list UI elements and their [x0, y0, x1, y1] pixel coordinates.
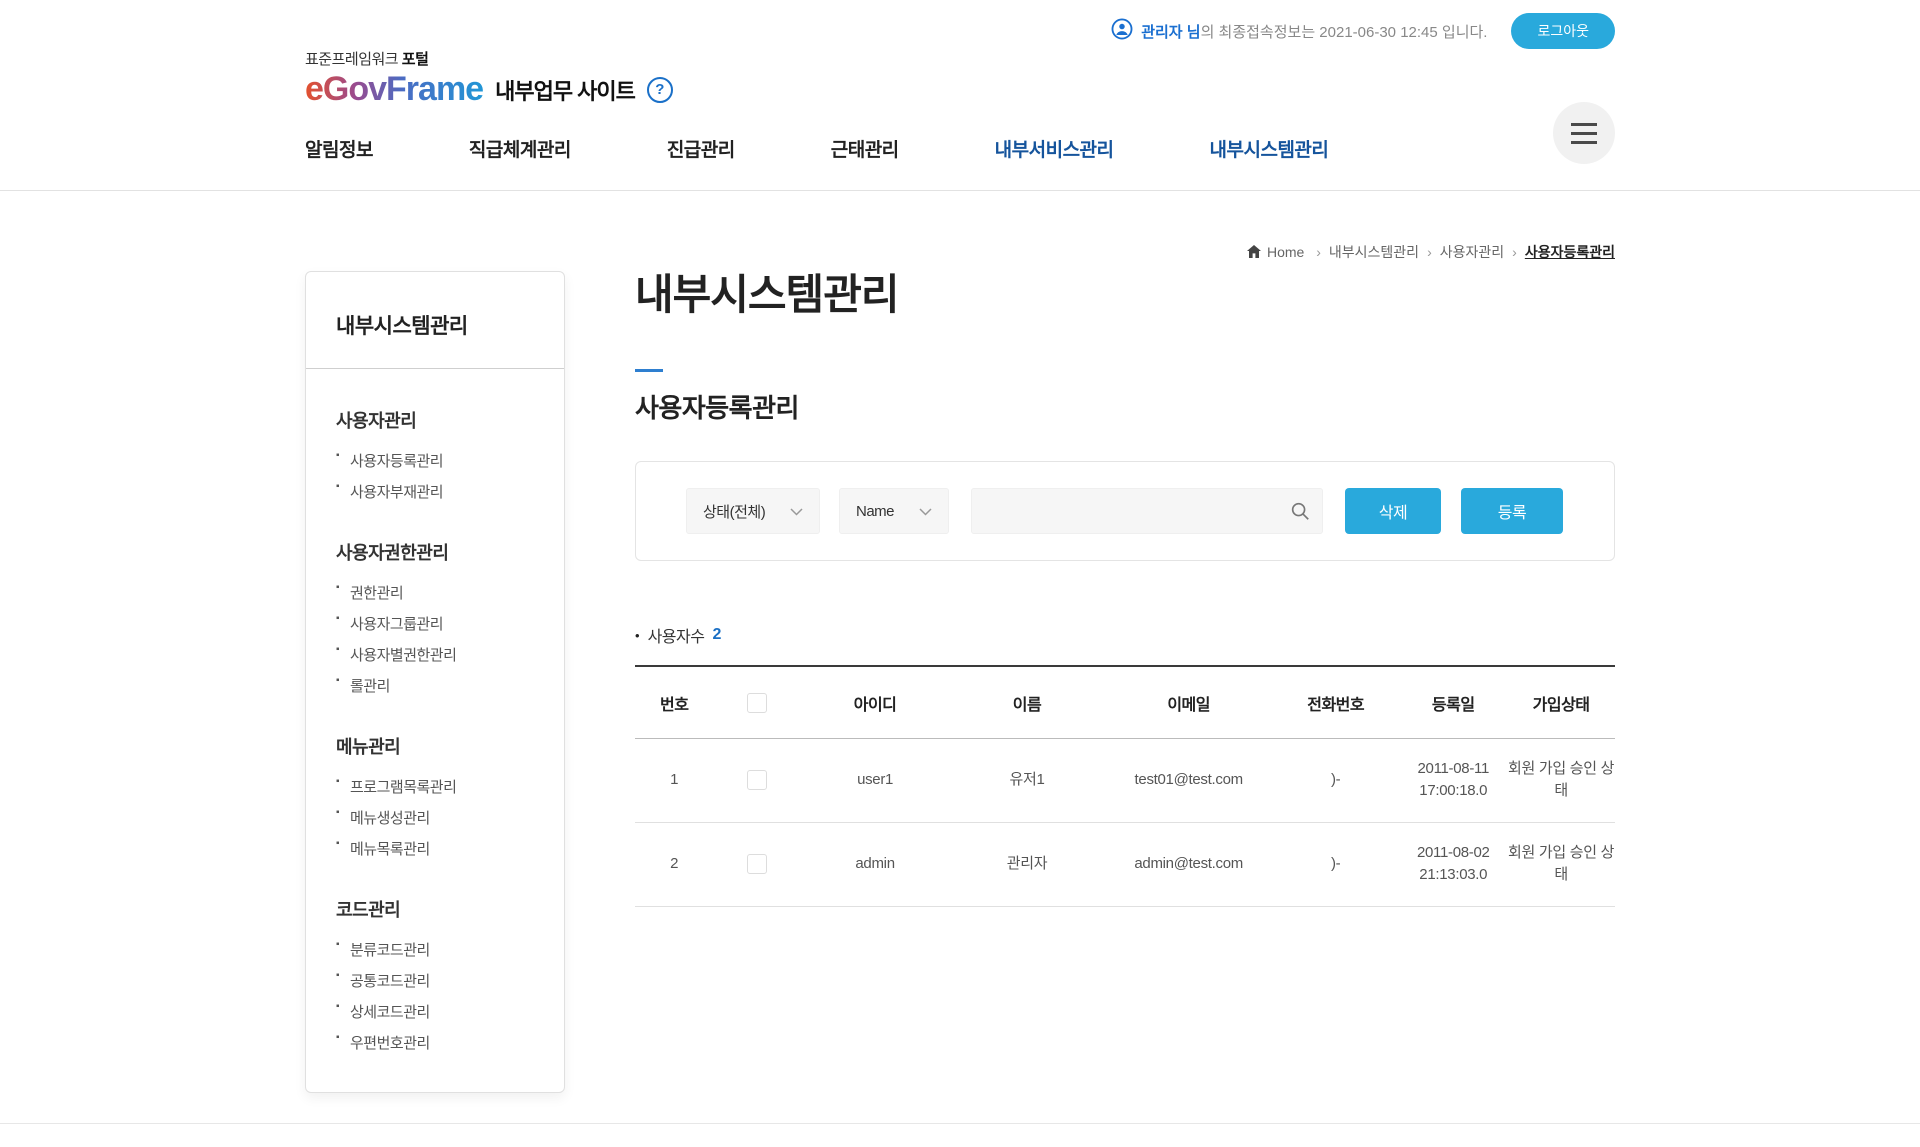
- sidebar-item-user-absence[interactable]: 사용자부재관리: [336, 476, 534, 507]
- sidebar: 내부시스템관리 사용자관리 사용자등록관리 사용자부재관리 사용자권한관리 권한…: [305, 271, 565, 1093]
- user-count-row: 사용자수 2: [635, 623, 1615, 647]
- user-count-value: 2: [712, 626, 721, 644]
- register-button[interactable]: 등록: [1461, 488, 1563, 534]
- title-accent-dash: [635, 369, 663, 372]
- cell-email: admin@test.com: [1105, 822, 1272, 906]
- col-header-date: 등록일: [1399, 666, 1507, 738]
- sidebar-item-program-list[interactable]: 프로그램목록관리: [336, 771, 534, 802]
- col-header-email: 이메일: [1105, 666, 1272, 738]
- breadcrumb-internal-system[interactable]: 내부시스템관리: [1329, 242, 1432, 262]
- chevron-down-icon: [919, 503, 932, 520]
- utility-bar: 관리자 님의 최종접속정보는 2021-06-30 12:45 입니다. 로그아…: [305, 14, 1615, 48]
- nav-item-attendance[interactable]: 근태관리: [831, 135, 899, 162]
- cell-phone: )-: [1272, 822, 1399, 906]
- sidebar-item-menu-list[interactable]: 메뉴목록관리: [336, 833, 534, 864]
- user-name: 관리자 님: [1141, 24, 1200, 41]
- col-header-id: 아이디: [802, 666, 949, 738]
- breadcrumb-home[interactable]: Home: [1247, 244, 1321, 260]
- cell-id[interactable]: admin: [802, 822, 949, 906]
- last-access-text: 의 최종접속정보는 2021-06-30 12:45 입니다.: [1201, 24, 1488, 41]
- sidebar-section-user-mgmt: 사용자관리: [336, 407, 534, 433]
- select-all-checkbox[interactable]: [747, 693, 767, 713]
- search-input[interactable]: [971, 488, 1323, 534]
- sidebar-item-user-register[interactable]: 사용자등록관리: [336, 445, 534, 476]
- logo-top-text: 표준프레임워크 포털: [305, 48, 1615, 69]
- sidebar-item-zipcode[interactable]: 우편번호관리: [336, 1027, 534, 1058]
- cell-date: 2011-08-11 17:00:18.0: [1399, 738, 1507, 822]
- sidebar-item-role[interactable]: 롤관리: [336, 670, 534, 701]
- sidebar-item-auth[interactable]: 권한관리: [336, 577, 534, 608]
- nav-item-notice[interactable]: 알림정보: [305, 135, 373, 162]
- sidebar-item-common-code[interactable]: 공통코드관리: [336, 965, 534, 996]
- page-title: 내부시스템관리: [635, 271, 1615, 319]
- cell-id[interactable]: user1: [802, 738, 949, 822]
- menu-hamburger-button[interactable]: [1553, 102, 1615, 164]
- sidebar-item-class-code[interactable]: 분류코드관리: [336, 934, 534, 965]
- logout-button[interactable]: 로그아웃: [1511, 13, 1615, 49]
- home-icon: [1247, 245, 1261, 258]
- sidebar-title: 내부시스템관리: [306, 272, 564, 369]
- breadcrumb: Home 내부시스템관리 사용자관리 사용자등록관리: [305, 241, 1615, 263]
- breadcrumb-user-mgmt[interactable]: 사용자관리: [1440, 242, 1517, 262]
- egovframe-logo[interactable]: eGovFrame: [305, 70, 483, 109]
- user-icon: [1111, 18, 1133, 44]
- cell-status: 회원 가입 승인 상태: [1507, 822, 1615, 906]
- header: 관리자 님의 최종접속정보는 2021-06-30 12:45 입니다. 로그아…: [0, 0, 1920, 191]
- col-header-checkbox: [713, 666, 801, 738]
- cell-date: 2011-08-02 21:13:03.0: [1399, 822, 1507, 906]
- field-select[interactable]: Name: [839, 488, 949, 534]
- sidebar-item-menu-create[interactable]: 메뉴생성관리: [336, 802, 534, 833]
- chevron-down-icon: [790, 503, 803, 520]
- last-access-message: 관리자 님의 최종접속정보는 2021-06-30 12:45 입니다.: [1111, 18, 1487, 44]
- table-row: 1 user1 유저1 test01@test.com )- 2011-08-1…: [635, 738, 1615, 822]
- nav-item-internal-system[interactable]: 내부시스템관리: [1210, 135, 1329, 162]
- cell-name: 관리자: [949, 822, 1106, 906]
- table-row: 2 admin 관리자 admin@test.com )- 2011-08-02…: [635, 822, 1615, 906]
- main-content: 내부시스템관리 사용자등록관리 상태(전체) Name: [635, 271, 1615, 907]
- nav-item-internal-service[interactable]: 내부서비스관리: [995, 135, 1114, 162]
- table-header-row: 번호 아이디 이름 이메일 전화번호 등록일 가입상태: [635, 666, 1615, 738]
- help-icon[interactable]: ?: [647, 77, 673, 103]
- nav-item-rank-system[interactable]: 직급체계관리: [469, 135, 571, 162]
- sidebar-section-code: 코드관리: [336, 896, 534, 922]
- sidebar-section-menu: 메뉴관리: [336, 733, 534, 759]
- col-header-phone: 전화번호: [1272, 666, 1399, 738]
- user-table: 번호 아이디 이름 이메일 전화번호 등록일 가입상태 1: [635, 665, 1615, 907]
- row-checkbox[interactable]: [747, 854, 767, 874]
- sidebar-item-detail-code[interactable]: 상세코드관리: [336, 996, 534, 1027]
- user-count-label: 사용자수: [648, 623, 705, 647]
- site-label: 내부업무 사이트: [495, 74, 635, 106]
- sidebar-item-per-user-auth[interactable]: 사용자별권한관리: [336, 639, 534, 670]
- section-title: 사용자등록관리: [635, 388, 1615, 425]
- cell-phone: )-: [1272, 738, 1399, 822]
- delete-button[interactable]: 삭제: [1345, 488, 1441, 534]
- status-select[interactable]: 상태(전체): [686, 488, 820, 534]
- cell-status: 회원 가입 승인 상태: [1507, 738, 1615, 822]
- main-nav: 알림정보 직급체계관리 진급관리 근태관리 내부서비스관리 내부시스템관리: [305, 135, 1615, 190]
- cell-email: test01@test.com: [1105, 738, 1272, 822]
- row-checkbox[interactable]: [747, 770, 767, 790]
- sidebar-section-user-auth: 사용자권한관리: [336, 539, 534, 565]
- field-select-value: Name: [856, 503, 894, 520]
- status-select-value: 상태(전체): [703, 501, 765, 522]
- col-header-status: 가입상태: [1507, 666, 1615, 738]
- nav-item-promotion[interactable]: 진급관리: [667, 135, 735, 162]
- cell-name: 유저1: [949, 738, 1106, 822]
- search-icon[interactable]: [1289, 500, 1311, 527]
- breadcrumb-current: 사용자등록관리: [1525, 242, 1615, 262]
- footer: 표준프레임워크 포털 eGovFrame 대표문의메일 : egovframes…: [0, 1123, 1920, 1147]
- logo-block[interactable]: 표준프레임워크 포털 eGovFrame 내부업무 사이트 ?: [305, 48, 1615, 109]
- cell-no: 1: [635, 738, 713, 822]
- sidebar-item-user-group[interactable]: 사용자그룹관리: [336, 608, 534, 639]
- search-panel: 상태(전체) Name: [635, 461, 1615, 561]
- cell-no: 2: [635, 822, 713, 906]
- col-header-no: 번호: [635, 666, 713, 738]
- col-header-name: 이름: [949, 666, 1106, 738]
